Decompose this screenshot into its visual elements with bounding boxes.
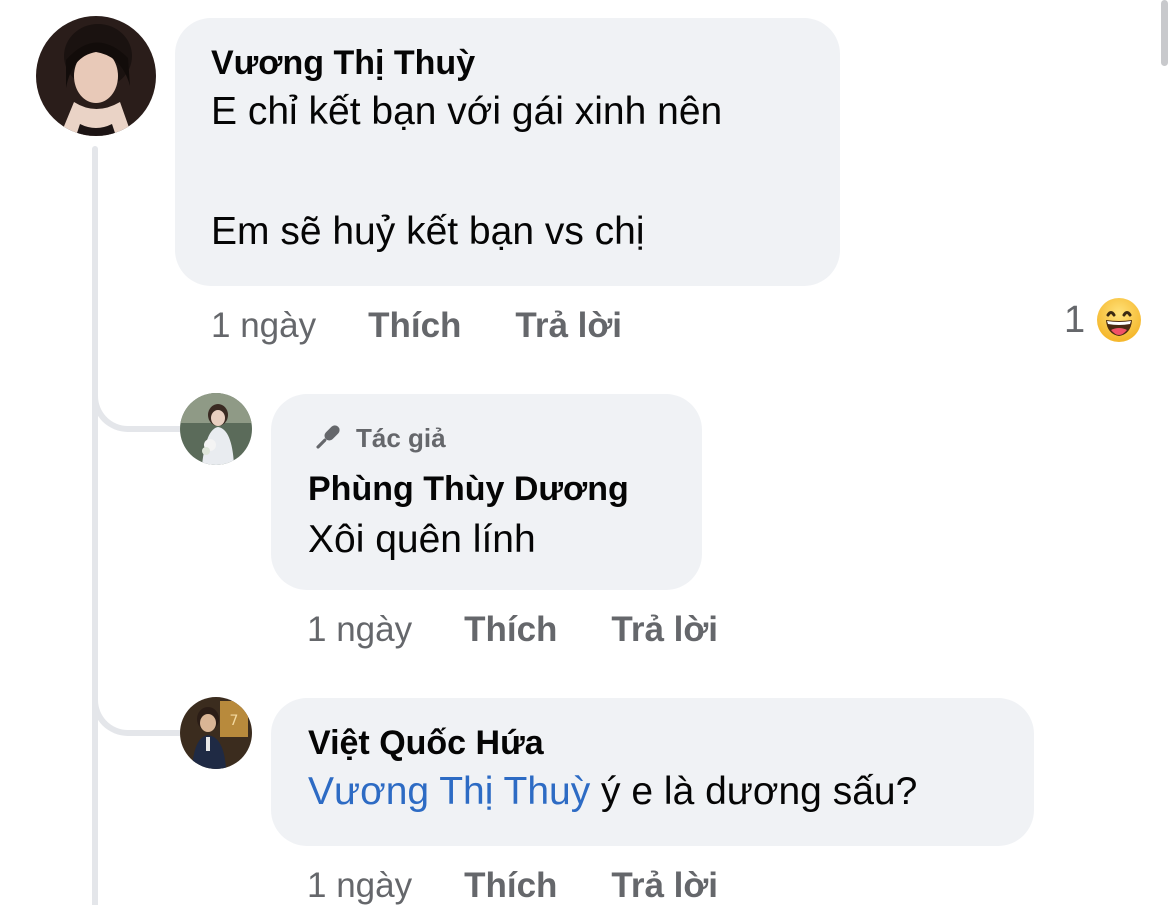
comment-actions: 1 ngày Thích Trả lời xyxy=(211,302,622,350)
like-button[interactable]: Thích xyxy=(368,306,461,346)
comment-text-line xyxy=(211,142,840,202)
author-badge-label: Tác giả xyxy=(356,422,446,453)
avatar[interactable] xyxy=(180,393,252,465)
comment-author[interactable]: Vương Thị Thuỳ xyxy=(211,42,840,84)
reply-time[interactable]: 1 ngày xyxy=(307,610,412,650)
like-button[interactable]: Thích xyxy=(464,610,557,650)
reply-button[interactable]: Trả lời xyxy=(611,866,718,905)
mention-link[interactable]: Vương Thị Thuỳ xyxy=(308,770,590,813)
reply-text: Xôi quên lính xyxy=(308,518,536,561)
avatar[interactable]: 7 xyxy=(180,697,252,769)
avatar[interactable] xyxy=(36,16,156,136)
thread-branch xyxy=(92,396,180,432)
haha-emoji-icon xyxy=(1097,298,1142,342)
comment-thread: Vương Thị Thuỳ E chỉ kết bạn với gái xin… xyxy=(0,0,1170,905)
avatar-photo: 7 xyxy=(180,697,252,769)
reply-actions: 1 ngày Thích Trả lời xyxy=(307,862,718,905)
author-badge: Tác giả xyxy=(308,418,702,458)
reply-actions: 1 ngày Thích Trả lời xyxy=(307,606,718,654)
comment-bubble[interactable]: Vương Thị Thuỳ E chỉ kết bạn với gái xin… xyxy=(175,18,840,286)
reply-bubble[interactable]: Việt Quốc Hứa Vương Thị Thuỳ ý e là dươn… xyxy=(271,698,1034,846)
reply-text: Vương Thị Thuỳ ý e là dương sấu? xyxy=(308,762,1034,822)
like-button[interactable]: Thích xyxy=(464,866,557,905)
scrollbar[interactable] xyxy=(1161,0,1168,66)
comment-text-line: E chỉ kết bạn với gái xinh nên xyxy=(211,90,723,133)
avatar-photo xyxy=(180,393,252,465)
reply-button[interactable]: Trả lời xyxy=(611,610,718,650)
reply-author[interactable]: Việt Quốc Hứa xyxy=(308,722,1034,764)
comment-text-line: Em sẽ huỷ kết bạn vs chị xyxy=(211,210,645,253)
reaction-summary[interactable]: 1 xyxy=(1064,296,1143,344)
reaction-count: 1 xyxy=(1064,298,1086,341)
reply-text-content: ý e là dương sấu? xyxy=(590,770,918,813)
svg-text:7: 7 xyxy=(230,713,239,729)
reply-bubble[interactable]: Tác giả Phùng Thùy Dương Xôi quên lính xyxy=(271,394,702,590)
comment-time[interactable]: 1 ngày xyxy=(211,306,316,346)
reply-author[interactable]: Phùng Thùy Dương xyxy=(308,468,702,510)
thread-branch xyxy=(92,700,180,736)
reply-time[interactable]: 1 ngày xyxy=(307,866,412,905)
avatar-photo xyxy=(36,16,156,136)
reply-button[interactable]: Trả lời xyxy=(515,306,622,346)
microphone-icon xyxy=(316,425,340,449)
thread-line xyxy=(92,146,98,905)
